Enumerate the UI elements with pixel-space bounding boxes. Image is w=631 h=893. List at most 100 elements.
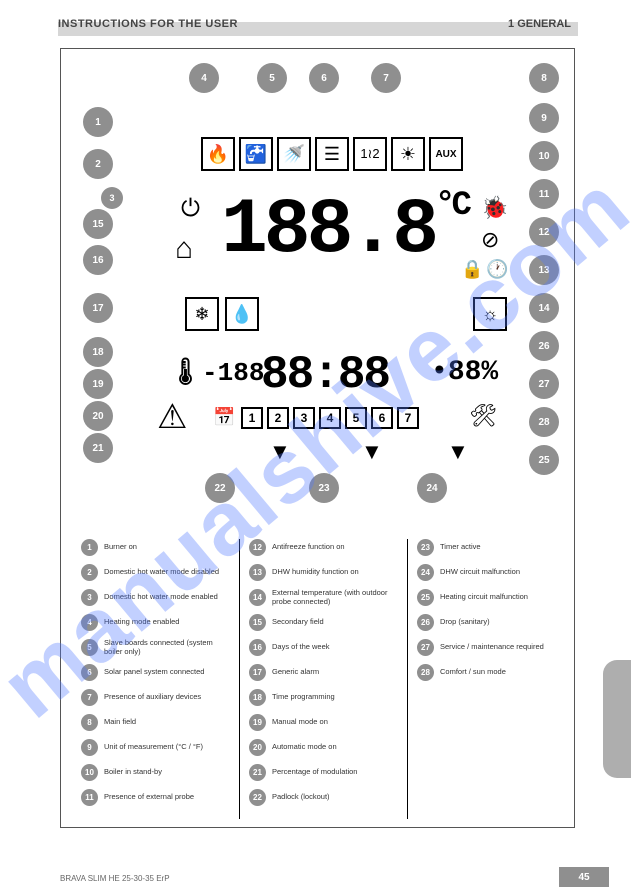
- header-section: 1 GENERAL: [508, 18, 571, 30]
- day-box: 4: [319, 407, 341, 429]
- callout-bubble: 7: [371, 63, 401, 93]
- drop-icon: 💧: [225, 297, 259, 331]
- humidity-unit: %: [481, 357, 498, 388]
- triangle-down-icon: ▼: [361, 439, 383, 465]
- callout-bubble: 8: [529, 63, 559, 93]
- time-readout: 88:88: [261, 349, 389, 401]
- legend-text: Presence of external probe: [104, 793, 194, 801]
- legend-num: 17: [249, 664, 266, 681]
- triangle-down-icon: ▼: [447, 439, 469, 465]
- callout-bubble: 22: [205, 473, 235, 503]
- legend-num: 25: [417, 589, 434, 606]
- tools-icon: 🛠: [469, 403, 497, 429]
- radiator-icon: ☰: [315, 137, 349, 171]
- legend-text: Time programming: [272, 693, 335, 701]
- legend-row: 10Boiler in stand-by: [81, 764, 231, 781]
- small-temp-value: -188: [202, 358, 264, 388]
- legend-col-1: 1Burner on 2Domestic hot water mode disa…: [81, 539, 231, 806]
- warning-icon: ⚠: [157, 397, 187, 437]
- legend-row: 16Days of the week: [249, 639, 399, 656]
- day-box: 5: [345, 407, 367, 429]
- legend-text: Automatic mode on: [272, 743, 337, 751]
- legend-num: 11: [81, 789, 98, 806]
- legend-divider: [239, 539, 240, 819]
- legend-text: Antifreeze function on: [272, 543, 345, 551]
- callout-bubble: 21: [83, 433, 113, 463]
- legend-num: 10: [81, 764, 98, 781]
- legend-row: 15Secondary field: [249, 614, 399, 631]
- sun-icon: ☼: [473, 297, 507, 331]
- day-box: 1: [241, 407, 263, 429]
- legend-text: Comfort / sun mode: [440, 668, 506, 676]
- legend-row: 25Heating circuit malfunction: [417, 589, 567, 606]
- callout-bubble: 18: [83, 337, 113, 367]
- legend-num: 19: [249, 714, 266, 731]
- cascade-icon: 1≀2: [353, 137, 387, 171]
- side-tab: [603, 660, 631, 778]
- legend-text: Burner on: [104, 543, 137, 551]
- legend-row: 7Presence of auxiliary devices: [81, 689, 231, 706]
- legend-text: Slave boards connected (system boiler on…: [104, 639, 231, 656]
- legend-num: 8: [81, 714, 98, 731]
- bug-icon: 🐞: [481, 195, 508, 221]
- legend-text: Main field: [104, 718, 136, 726]
- legend-num: 14: [249, 589, 266, 606]
- legend-text: Presence of auxiliary devices: [104, 693, 201, 701]
- legend-text: Domestic hot water mode disabled: [104, 568, 219, 576]
- main-readout: 188.8°C: [221, 187, 468, 275]
- callout-bubble: 17: [83, 293, 113, 323]
- callout-bubble: 11: [529, 179, 559, 209]
- aux-icon: AUX: [429, 137, 463, 171]
- day-box: 6: [371, 407, 393, 429]
- no-bug-icon: ⊘: [481, 227, 499, 253]
- legend-text: Generic alarm: [272, 668, 319, 676]
- legend-num: 3: [81, 589, 98, 606]
- footer-page-number: 45: [559, 867, 609, 887]
- legend-num: 13: [249, 564, 266, 581]
- legend-row: 12Antifreeze function on: [249, 539, 399, 556]
- callout-bubble: 9: [529, 103, 559, 133]
- legend-row: 17 Generic alarm: [249, 664, 399, 681]
- legend-text: External temperature (with outdoor probe…: [272, 589, 399, 606]
- legend-row: 8 Main field: [81, 714, 231, 731]
- snowflake-icon: ❄: [185, 297, 219, 331]
- diagram-panel: 🔥 🚰 🚿 ☰ 1≀2 ☀ AUX 188.8°C ⏻ ⌂ 🐞 ⊘ 🔒 🕐 ❄ …: [60, 48, 575, 828]
- day-row: 1 2 3 4 5 6 7: [241, 407, 419, 429]
- legend-num: 9: [81, 739, 98, 756]
- legend-text: Unit of measurement (°C / °F): [104, 743, 203, 751]
- legend-text: Percentage of modulation: [272, 768, 357, 776]
- tap-off-icon: 🚰: [239, 137, 273, 171]
- legend-row: 26Drop (sanitary): [417, 614, 567, 631]
- callout-bubble: 20: [83, 401, 113, 431]
- house-icon: ⌂: [175, 232, 193, 266]
- legend-row: 23Timer active: [417, 539, 567, 556]
- legend-text: Domestic hot water mode enabled: [104, 593, 218, 601]
- legend-row: 1Burner on: [81, 539, 231, 556]
- legend-row: 21Percentage of modulation: [249, 764, 399, 781]
- callout-bubble: 25: [529, 445, 559, 475]
- legend-text: Service / maintenance required: [440, 643, 544, 651]
- day-box: 3: [293, 407, 315, 429]
- legend-num: 27: [417, 639, 434, 656]
- day-box: 2: [267, 407, 289, 429]
- callout-bubble: 19: [83, 369, 113, 399]
- power-icon: ⏻: [181, 195, 200, 223]
- legend-num: 24: [417, 564, 434, 581]
- callout-bubble: 16: [83, 245, 113, 275]
- legend-col-2: 12Antifreeze function on 13DHW humidity …: [249, 539, 399, 806]
- flame-icon: 🔥: [201, 137, 235, 171]
- legend-text: DHW circuit malfunction: [440, 568, 520, 576]
- callout-bubble: 3: [101, 187, 123, 209]
- legend-text: Padlock (lockout): [272, 793, 330, 801]
- legend-row: 4Heating mode enabled: [81, 614, 231, 631]
- header-chapter: INSTRUCTIONS FOR THE USER: [58, 18, 238, 30]
- legend-num: 23: [417, 539, 434, 556]
- legend-num: 20: [249, 739, 266, 756]
- solar-icon: ☀: [391, 137, 425, 171]
- calendar-icon: 📅: [213, 407, 235, 428]
- legend-row: 2Domestic hot water mode disabled: [81, 564, 231, 581]
- callout-bubble: 13: [529, 255, 559, 285]
- legend-divider: [407, 539, 408, 819]
- callout-bubble: 15: [83, 209, 113, 239]
- legend-row: 28Comfort / sun mode: [417, 664, 567, 681]
